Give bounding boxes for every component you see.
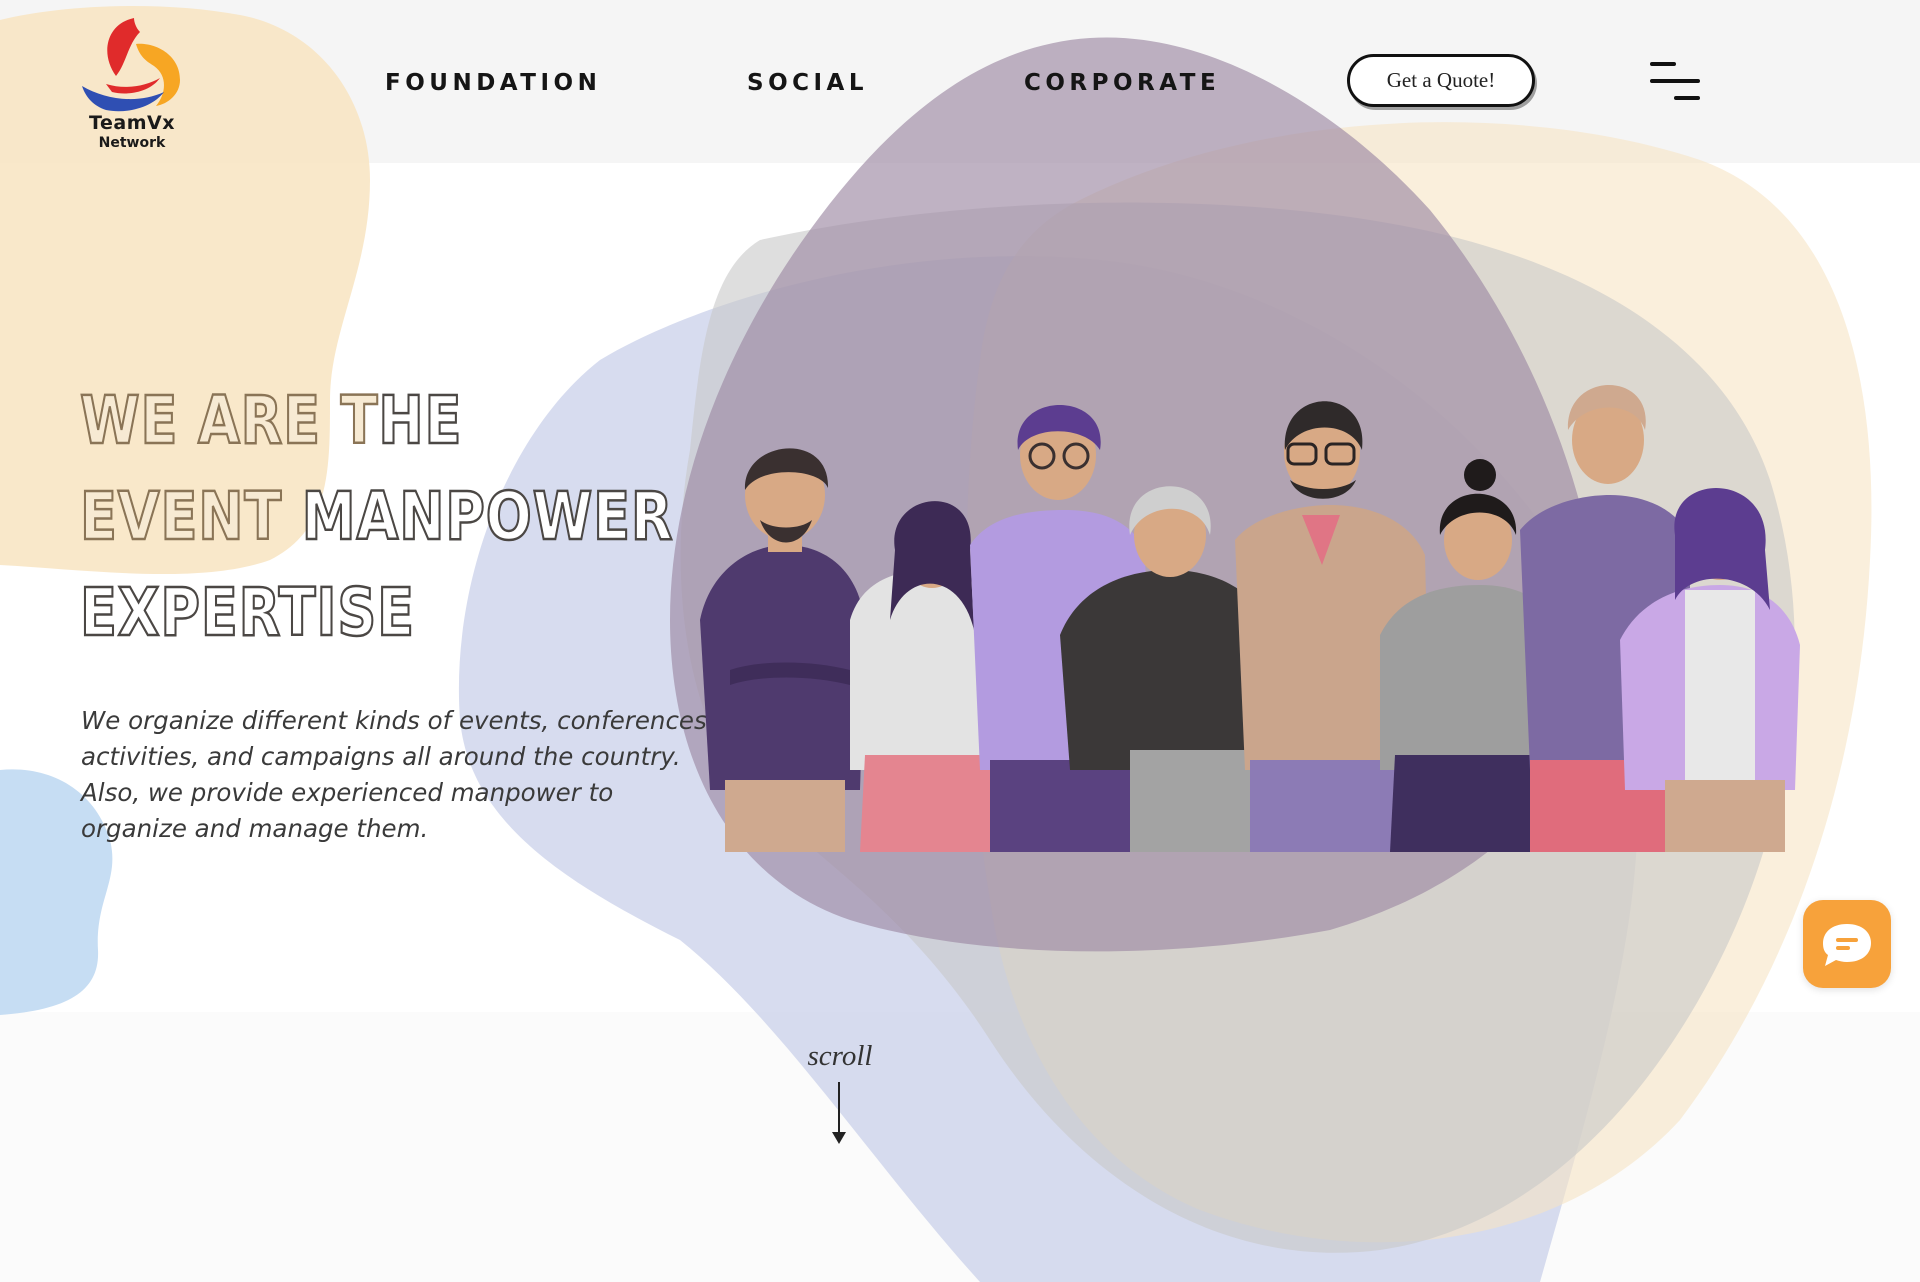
headline-word: ER (592, 477, 674, 557)
nav-link-corporate[interactable]: CORPORATE (1024, 66, 1220, 100)
chat-button[interactable] (1803, 900, 1891, 988)
hero-headline: WE ARE THE EVENT MANPOWER EXPERTISE (79, 373, 674, 661)
get-a-quote-button[interactable]: Get a Quote! (1347, 54, 1535, 107)
nav-link-social[interactable]: SOCIAL (747, 66, 868, 100)
headline-line-3: EXPERTISE (79, 565, 673, 661)
hero-description: We organize different kinds of events, c… (81, 706, 715, 843)
hamburger-menu-icon[interactable] (1648, 58, 1700, 104)
headline-line-1: WE ARE THE (79, 373, 673, 469)
chat-bubble-icon (1823, 924, 1871, 966)
headline-word: WE ARE (79, 381, 321, 461)
headline-word: T (340, 381, 379, 461)
nav-link-foundation[interactable]: FOUNDATION (385, 66, 601, 100)
brand-subtitle: Network (98, 135, 166, 151)
team-group-illustration (700, 385, 1800, 852)
headline-word: EXPERTISE (79, 573, 415, 653)
headline-word: EVENT (79, 477, 283, 557)
page: TeamVx Network FOUNDATION SOCIAL CORPORA… (0, 0, 1920, 1282)
brand-logo[interactable]: TeamVx Network (76, 14, 188, 154)
arrow-down-icon[interactable] (829, 1082, 849, 1146)
brand-name: TeamVx (89, 112, 175, 134)
headline-word: MANPOW (301, 477, 594, 557)
headline-word: HE (377, 381, 463, 461)
headline-line-2: EVENT MANPOWER (79, 469, 674, 565)
scroll-label[interactable]: scroll (790, 1040, 890, 1073)
logo-swirl-icon (82, 18, 180, 112)
